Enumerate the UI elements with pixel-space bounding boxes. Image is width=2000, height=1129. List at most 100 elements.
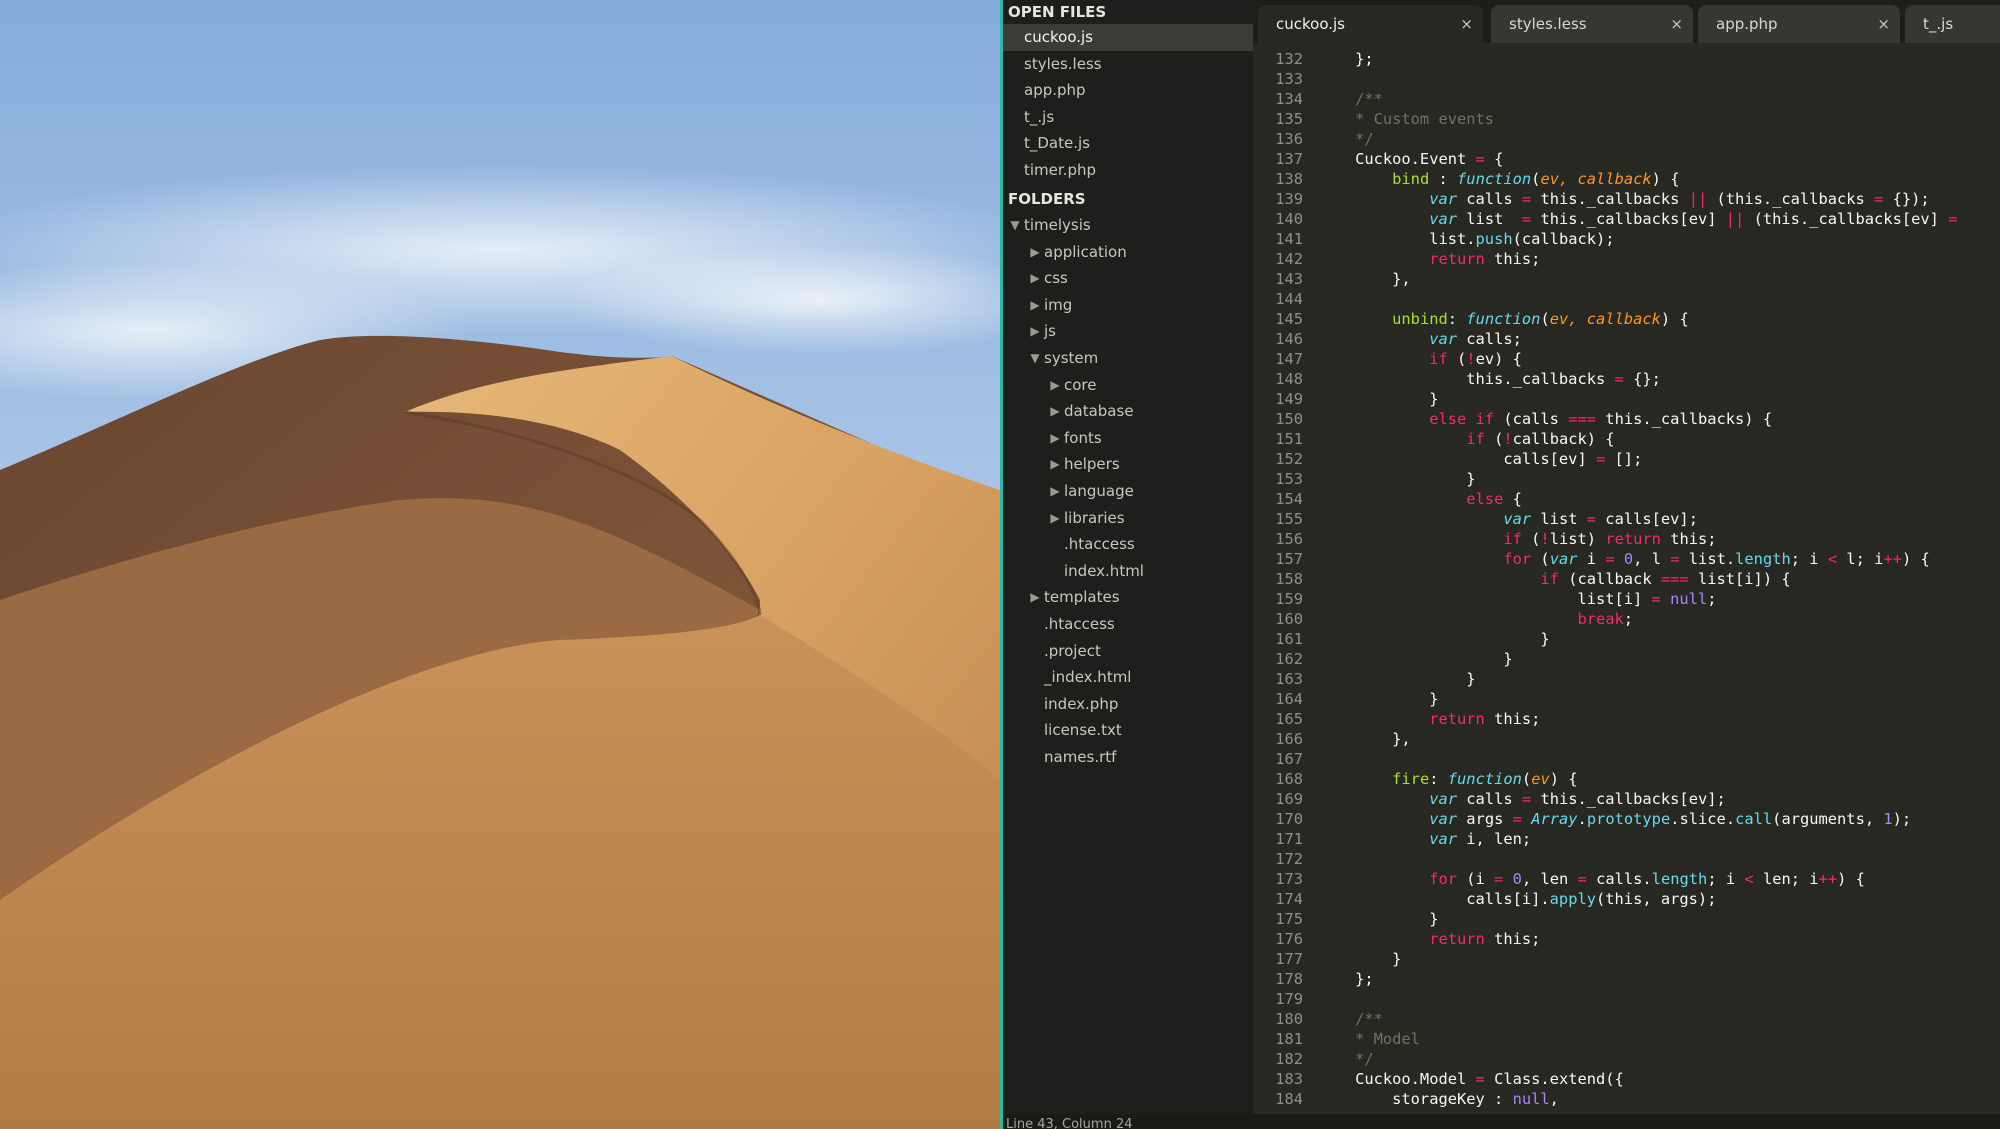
disclosure-closed-icon[interactable]: ▶ xyxy=(1048,398,1062,425)
open-file-item[interactable]: timer.php xyxy=(1003,157,1253,184)
disclosure-closed-icon[interactable]: ▶ xyxy=(1028,584,1042,611)
code-token: {}); xyxy=(1883,190,1930,208)
disclosure-closed-icon[interactable]: ▶ xyxy=(1048,372,1062,399)
tab-cuckoo-js[interactable]: cuckoo.js × xyxy=(1258,5,1483,43)
line-content: list.push(callback); xyxy=(1318,229,1615,249)
code-token: callback) { xyxy=(1512,430,1615,448)
line-number: 168 xyxy=(1275,770,1303,788)
disclosure-closed-icon[interactable]: ▶ xyxy=(1048,478,1062,505)
code-line: 166 }, xyxy=(1253,729,2000,749)
line-number: 143 xyxy=(1275,270,1303,288)
disclosure-closed-icon[interactable]: ▶ xyxy=(1028,265,1042,292)
folder-tree-item[interactable]: index.php xyxy=(1003,691,1253,718)
folder-tree-item[interactable]: ▶ core xyxy=(1003,372,1253,399)
code-token: this._callbacks xyxy=(1531,190,1689,208)
open-file-item[interactable]: t_.js xyxy=(1003,104,1253,131)
code-token: this; xyxy=(1660,530,1717,548)
code-line: 178 }; xyxy=(1253,969,2000,989)
code-line: 161 } xyxy=(1253,629,2000,649)
folder-tree-item[interactable]: .project xyxy=(1003,638,1253,665)
code-token: = xyxy=(1475,1070,1485,1088)
code-line: 174 calls[i].apply(this, args); xyxy=(1253,889,2000,909)
code-token: calls. xyxy=(1586,870,1652,888)
folder-tree-item[interactable]: ▶ js xyxy=(1003,318,1253,345)
line-number: 179 xyxy=(1275,990,1303,1008)
code-token: } xyxy=(1318,630,1550,648)
folder-tree-item[interactable]: ▶ css xyxy=(1003,265,1253,292)
line-number: 136 xyxy=(1275,130,1303,148)
folder-tree-item[interactable]: ▶ language xyxy=(1003,478,1253,505)
code-token: Cuckoo.Event xyxy=(1318,150,1476,168)
disclosure-open-icon[interactable]: ▼ xyxy=(1028,345,1042,372)
folder-tree-item[interactable]: .htaccess xyxy=(1003,611,1253,638)
code-token: break xyxy=(1577,610,1624,628)
folder-tree-item[interactable]: ▶ helpers xyxy=(1003,451,1253,478)
line-content: */ xyxy=(1318,1049,1374,1069)
open-file-item[interactable]: styles.less xyxy=(1003,51,1253,78)
folder-tree-item[interactable]: ▼ system xyxy=(1003,345,1253,372)
code-token: (callback); xyxy=(1512,230,1615,248)
code-token: } xyxy=(1318,950,1402,968)
close-icon[interactable]: × xyxy=(1670,5,1683,43)
folder-tree-label: index.html xyxy=(1064,561,1144,580)
line-content: for (i = 0, len = calls.length; i < len;… xyxy=(1318,869,1865,889)
line-number: 176 xyxy=(1275,930,1303,948)
folder-tree-item[interactable]: .htaccess xyxy=(1003,531,1253,558)
tab-label: cuckoo.js xyxy=(1276,15,1345,33)
folder-tree-item[interactable]: ▶ templates xyxy=(1003,584,1253,611)
tab-styles-less[interactable]: styles.less × xyxy=(1491,5,1693,43)
folder-tree-item[interactable]: ▶ libraries xyxy=(1003,505,1253,532)
line-number: 182 xyxy=(1275,1050,1303,1068)
line-content: }, xyxy=(1318,269,1411,289)
open-file-label: t_.js xyxy=(1024,107,1055,126)
folder-tree-item[interactable]: _index.html xyxy=(1003,664,1253,691)
code-line: 136 */ xyxy=(1253,129,2000,149)
close-icon[interactable]: × xyxy=(1460,5,1473,43)
folder-tree-item[interactable]: ▼ timelysis xyxy=(1003,212,1253,239)
code-line: 149 } xyxy=(1253,389,2000,409)
line-number: 183 xyxy=(1275,1070,1303,1088)
folder-tree-item[interactable]: names.rtf xyxy=(1003,744,1253,771)
line-number: 148 xyxy=(1275,370,1303,388)
line-number: 170 xyxy=(1275,810,1303,828)
open-file-item[interactable]: cuckoo.js xyxy=(1003,24,1253,51)
disclosure-closed-icon[interactable]: ▶ xyxy=(1028,292,1042,319)
open-file-label: timer.php xyxy=(1024,161,1096,179)
folder-tree-item[interactable]: index.html xyxy=(1003,558,1253,585)
disclosure-closed-icon[interactable]: ▶ xyxy=(1028,318,1042,345)
disclosure-closed-icon[interactable]: ▶ xyxy=(1028,239,1042,266)
line-number: 151 xyxy=(1275,430,1303,448)
code-area[interactable]: 132 }; 133 134 /** 135 * Custom events 136 *… xyxy=(1253,49,2000,1114)
disclosure-closed-icon[interactable]: ▶ xyxy=(1048,425,1062,452)
tab-t-js[interactable]: t_.js xyxy=(1905,5,2000,43)
code-line: 164 } xyxy=(1253,689,2000,709)
folder-tree-label: system xyxy=(1044,349,1099,367)
code-line: 147 if (!ev) { xyxy=(1253,349,2000,369)
folder-tree-item[interactable]: ▶ database xyxy=(1003,398,1253,425)
folder-tree-label: img xyxy=(1044,295,1073,314)
folder-tree-item[interactable]: ▶ fonts xyxy=(1003,425,1253,452)
code-token: : xyxy=(1429,170,1458,188)
folder-tree-item[interactable]: license.txt xyxy=(1003,717,1253,744)
close-icon[interactable]: × xyxy=(1877,5,1890,43)
code-token: : xyxy=(1447,310,1467,328)
line-number: 162 xyxy=(1275,650,1303,668)
tab-app-php[interactable]: app.php × xyxy=(1698,5,1900,43)
code-token: var xyxy=(1503,510,1532,528)
folder-tree-item[interactable]: ▶ img xyxy=(1003,292,1253,319)
line-content: else { xyxy=(1318,489,1522,509)
code-token: unbind xyxy=(1392,310,1448,328)
code-line: 138 bind : function(ev, callback) { xyxy=(1253,169,2000,189)
disclosure-closed-icon[interactable]: ▶ xyxy=(1048,451,1062,478)
disclosure-closed-icon[interactable]: ▶ xyxy=(1048,505,1062,532)
open-file-item[interactable]: t_Date.js xyxy=(1003,130,1253,157)
disclosure-open-icon[interactable]: ▼ xyxy=(1008,212,1022,239)
open-file-item[interactable]: app.php xyxy=(1003,77,1253,104)
code-token: ( xyxy=(1484,430,1504,448)
line-number: 173 xyxy=(1275,870,1303,888)
code-token: function xyxy=(1457,170,1532,188)
folder-tree-item[interactable]: ▶ application xyxy=(1003,239,1253,266)
code-token: i xyxy=(1577,550,1606,568)
